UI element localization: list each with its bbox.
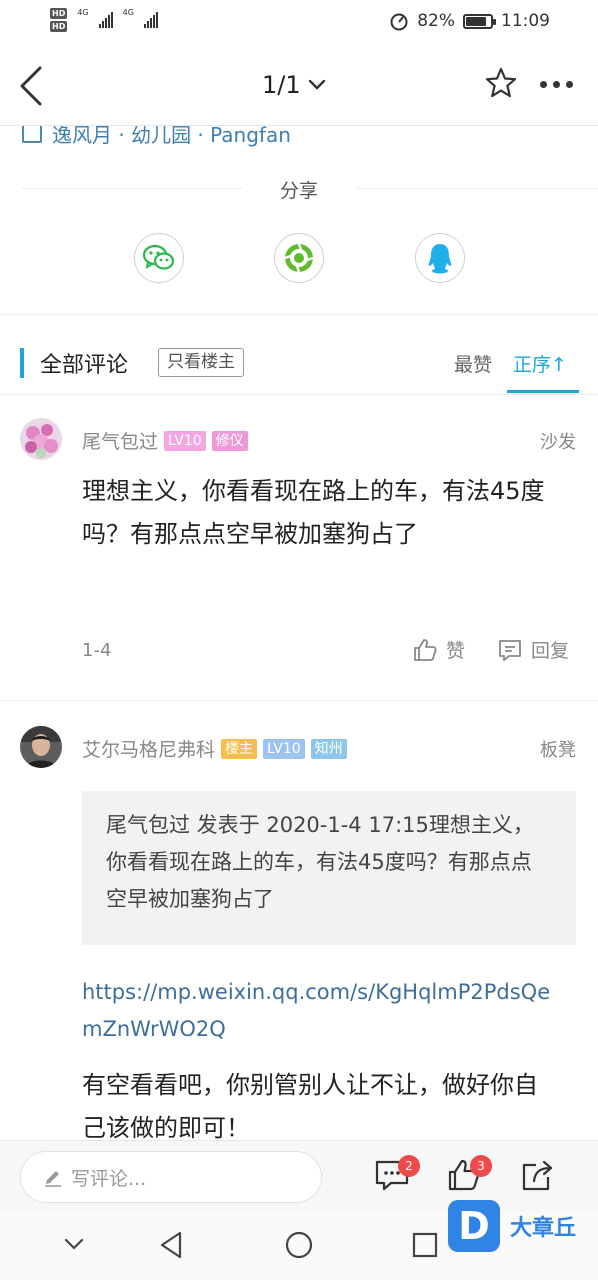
level-badge: LV10 (263, 738, 305, 759)
hd-indicator: HD (50, 21, 68, 32)
nav-bar: 1/1 (0, 44, 598, 126)
comment-count-badge: 2 (398, 1155, 420, 1177)
divider (0, 700, 598, 701)
rank-badge: 知州 (310, 738, 347, 759)
comment-link[interactable]: https://mp.weixin.qq.com/s/KgHqlmP2PdsQe… (82, 974, 562, 1048)
comment-date: 1-4 (82, 640, 112, 661)
reply-icon (499, 639, 521, 661)
avatar-flowers-image (20, 418, 62, 460)
share-icon[interactable] (520, 1157, 556, 1193)
moments-icon (284, 243, 314, 273)
thumbs-up-icon (414, 638, 437, 661)
floor-label: 沙发 (540, 432, 576, 453)
chevron-down-icon (308, 79, 325, 90)
pencil-icon (45, 1171, 61, 1187)
divider (0, 394, 598, 395)
owner-badge: 楼主 (221, 738, 258, 759)
divider (0, 314, 598, 315)
hd-indicator: HD (50, 8, 68, 19)
page-indicator[interactable]: 1/1 (262, 71, 327, 99)
avatar[interactable] (20, 726, 62, 768)
username: 艾尔马格尼弗科 (82, 739, 216, 761)
share-title: 分享 (279, 180, 318, 202)
write-comment-input[interactable]: 写评论... (20, 1151, 322, 1203)
like-button[interactable]: 赞 (412, 636, 465, 663)
more-icon[interactable] (540, 81, 573, 88)
qq-icon (428, 244, 452, 274)
watermark-logo: D (448, 1200, 500, 1252)
level-badge: LV10 (164, 430, 206, 451)
accent-bar (20, 348, 24, 378)
write-comment-placeholder: 写评论... (71, 1167, 147, 1190)
clock: 11:09 (501, 11, 550, 31)
watermark: D 大章丘 (448, 1200, 576, 1252)
sort-arrow-icon: ↑ (551, 354, 567, 376)
back-icon[interactable] (14, 64, 50, 108)
network-type: 4G (122, 8, 134, 17)
divider (356, 188, 598, 189)
network-type: 4G (77, 8, 89, 17)
book-icon (22, 123, 42, 143)
comments-title: 全部评论 (40, 353, 129, 378)
like-label: 赞 (446, 640, 466, 662)
status-bar: HD HD 4G 4G 82% 11:09 (0, 0, 598, 44)
avatar[interactable] (20, 418, 62, 460)
recents-icon[interactable] (412, 1232, 438, 1258)
quoted-comment: 尾气包过 发表于 2020-1-4 17:15理想主义，你看看现在路上的车，有法… (82, 791, 576, 945)
share-wechat-button[interactable] (134, 233, 184, 283)
comment-author[interactable]: 艾尔马格尼弗科 楼主 LV10 知州 (82, 735, 347, 762)
battery-percent: 82% (417, 11, 455, 31)
share-qq-button[interactable] (415, 233, 465, 283)
battery-icon (463, 13, 496, 29)
rank-badge: 修仪 (211, 430, 248, 451)
avatar-person-image (20, 726, 62, 768)
nav-back-icon[interactable] (158, 1230, 184, 1260)
floor-label: 板凳 (540, 740, 576, 761)
active-tab-underline (507, 390, 579, 393)
home-icon[interactable] (284, 1230, 314, 1260)
chevron-down-icon[interactable] (62, 1234, 86, 1254)
signal-icon (143, 12, 158, 28)
reply-button[interactable]: 回复 (497, 636, 569, 663)
only-owner-button[interactable]: 只看楼主 (158, 348, 244, 377)
page-indicator-text: 1/1 (262, 71, 301, 99)
signal-icon (98, 12, 113, 28)
sort-hot-tab[interactable]: 最赞 (454, 350, 492, 377)
comments-header: 全部评论 只看楼主 最赞 正序↑ (0, 330, 598, 394)
share-moments-button[interactable] (274, 233, 324, 283)
watermark-text: 大章丘 (510, 1216, 577, 1241)
comment-author[interactable]: 尾气包过 LV10 修仪 (82, 427, 248, 454)
like-count-badge: 3 (470, 1155, 492, 1177)
wechat-icon (142, 244, 175, 270)
sort-asc-tab[interactable]: 正序↑ (513, 350, 567, 377)
username: 尾气包过 (82, 431, 159, 453)
speed-icon (390, 13, 408, 31)
sort-asc-label: 正序 (513, 354, 552, 376)
star-icon[interactable] (484, 66, 518, 100)
nav-divider (0, 125, 598, 126)
reply-label: 回复 (531, 640, 570, 662)
comment-text: 理想主义，你看看现在路上的车，有法45度吗？有那点点空早被加塞狗占了 (82, 477, 545, 548)
comment-text: 有空看看吧，你别管别人让不让，做好你自己该做的即可！ (82, 1071, 538, 1142)
